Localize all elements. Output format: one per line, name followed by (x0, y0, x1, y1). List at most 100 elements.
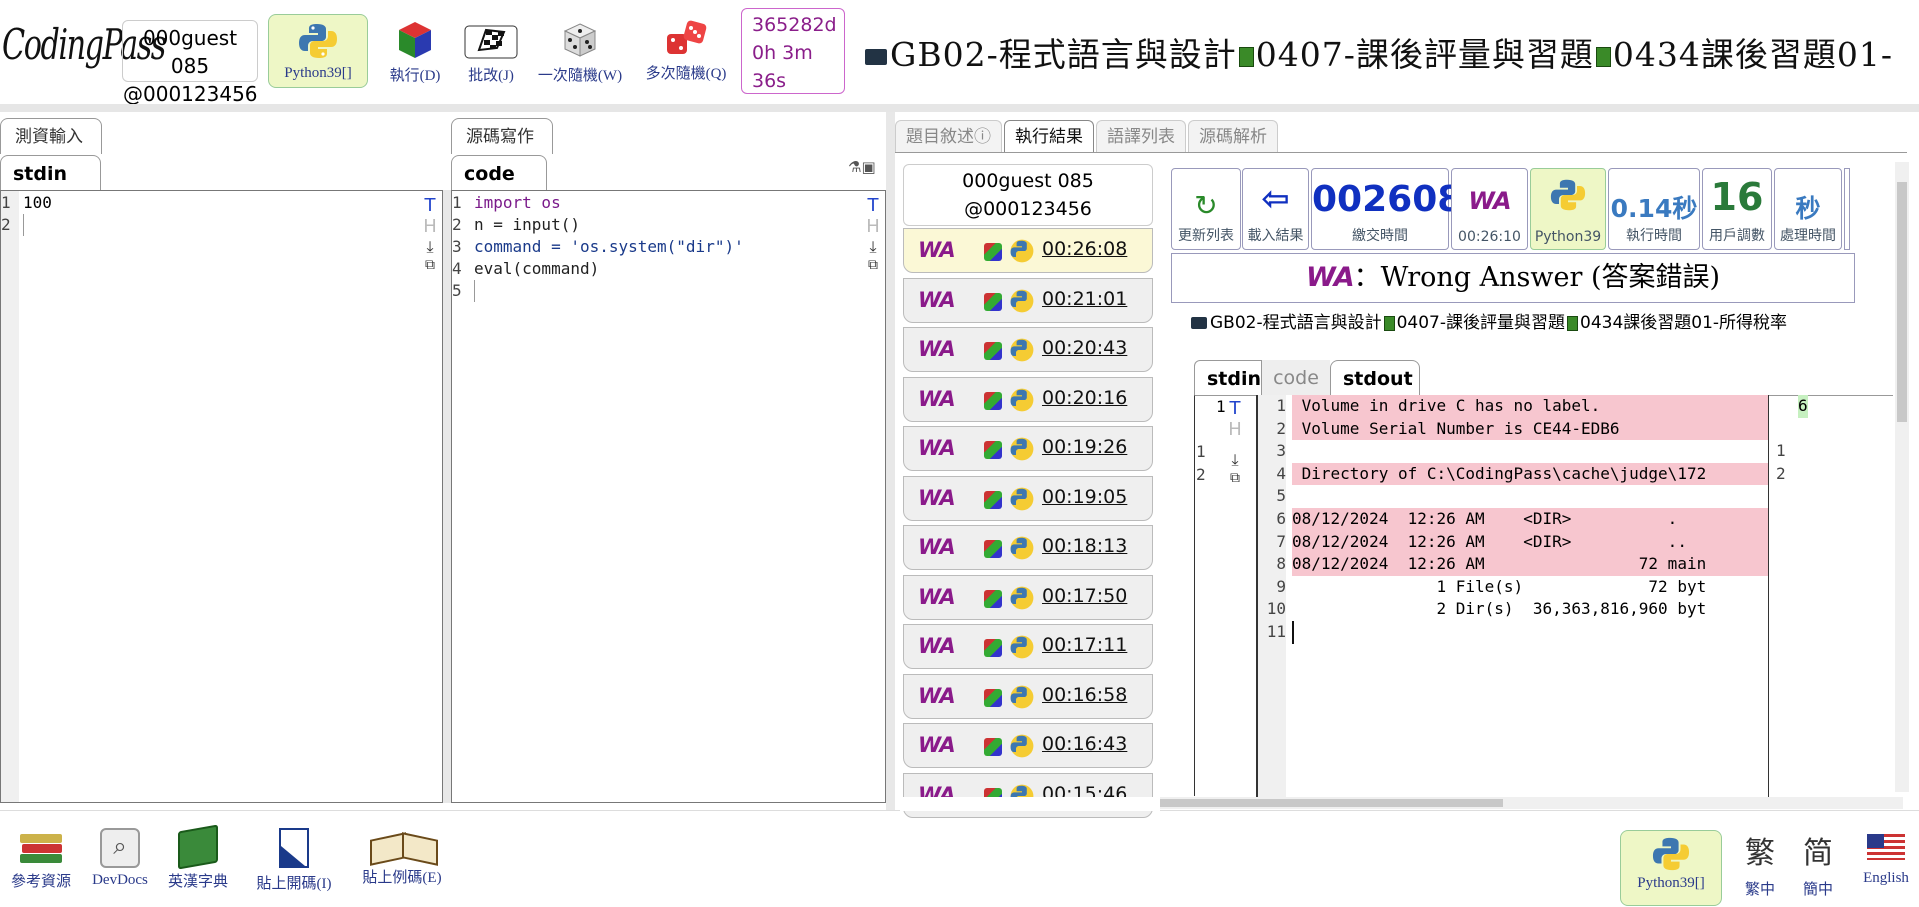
random-multi-button[interactable]: 多次隨機(Q) (640, 14, 732, 88)
breadcrumb-chapter[interactable]: 0407-課後評量與習題 (1256, 35, 1594, 74)
text-mode-icon[interactable]: T (1226, 398, 1244, 419)
tab-stdout[interactable]: stdout (1330, 360, 1420, 396)
processing-time-label: 處理時間 (1780, 228, 1836, 244)
load-result-button[interactable]: ⇦ 載入結果 (1242, 168, 1309, 250)
python-version-button[interactable]: Python39[] (268, 14, 368, 88)
submission-time-link[interactable]: 00:18:13 (1042, 535, 1127, 557)
tab-code[interactable]: code (1262, 360, 1330, 396)
breadcrumb-course[interactable]: GB02-程式語言與設計 (1210, 313, 1382, 333)
refresh-list-button[interactable]: ↻ 更新列表 (1171, 168, 1241, 250)
submission-time-link[interactable]: 00:26:08 (1042, 238, 1127, 260)
tab-translation-list[interactable]: 語譯列表 (1096, 120, 1186, 152)
python-icon (1010, 239, 1034, 263)
run-button[interactable]: 執行(D) (380, 14, 450, 88)
download-icon[interactable]: ⤓ (864, 237, 882, 257)
vertical-scrollbar[interactable] (1895, 162, 1909, 792)
text-mode-icon[interactable]: T (864, 195, 882, 216)
tab-code-writing[interactable]: 源碼寫作 (451, 118, 553, 154)
submission-time-link[interactable]: 00:19:05 (1042, 486, 1127, 508)
devdocs-button[interactable]: ⌕ DevDocs (88, 828, 152, 889)
language-label: Python39 (1534, 229, 1602, 245)
flask-icon[interactable]: ⚗ (848, 158, 861, 176)
download-icon[interactable]: ⤓ (421, 237, 439, 257)
problem-breadcrumb: GB02-程式語言與設計 0407-課後評量與習題 0434課後習題01- (862, 28, 1893, 76)
submission-time-link[interactable]: 00:16:43 (1042, 733, 1127, 755)
submission-row[interactable]: WA 00:18:13 (903, 525, 1153, 570)
code-content[interactable]: import os n = input() command = 'os.syst… (474, 192, 744, 302)
submission-row[interactable]: WA 00:17:11 (903, 624, 1153, 669)
breadcrumb-course[interactable]: GB02-程式語言與設計 (890, 35, 1237, 74)
stdin-line: 100 (23, 193, 52, 212)
line-number: 11 (1266, 621, 1286, 641)
breadcrumb-problem[interactable]: 0434課後習題01-所得稅率 (1580, 313, 1787, 333)
submission-time-link[interactable]: 00:20:43 (1042, 337, 1127, 359)
hex-mode-icon[interactable]: H (1226, 419, 1244, 440)
panel-splitter[interactable] (886, 112, 895, 810)
random-once-button[interactable]: 一次隨機(W) (534, 14, 626, 88)
document-icon (279, 828, 309, 868)
dictionary-button[interactable]: 英漢字典 (166, 824, 230, 891)
submission-time-link[interactable]: 00:16:58 (1042, 684, 1127, 706)
tab-code-analysis[interactable]: 源碼解析 (1188, 120, 1278, 152)
tab-execution-result[interactable]: 執行結果 (1004, 120, 1094, 152)
save-icon[interactable]: ▣ (861, 158, 875, 176)
stdout-pane[interactable]: 1 2 3 4 5 6 7 8 9 10 11 Volume in drive C has no l… (1256, 395, 1769, 805)
stdin-file-tab[interactable]: stdin × (0, 155, 101, 221)
submission-row[interactable]: WA 00:26:08 (903, 228, 1153, 273)
line-number: 3 (1276, 441, 1286, 461)
stdin-editor[interactable]: 1 2 100 T H ⤓ ⧉ (0, 190, 443, 803)
breadcrumb-problem[interactable]: 0434課後習題01- (1613, 35, 1893, 74)
tab-problem-description[interactable]: 題目敘述ⓘ (895, 120, 1002, 152)
tab-stdin[interactable]: stdin (1194, 360, 1262, 396)
panel-splitter[interactable] (443, 190, 451, 803)
code-line: command = 'os.system("dir")' (474, 237, 744, 256)
simplified-chinese-button[interactable]: 简 簡中 (1798, 828, 1838, 899)
code-editor[interactable]: 1 2 3 4 5 import os n = input() command … (451, 190, 886, 803)
english-button[interactable]: English (1856, 828, 1916, 887)
code-file-tab[interactable]: code × (451, 155, 547, 221)
stdin-content[interactable]: 100 (23, 192, 52, 236)
traditional-chinese-button[interactable]: 繁 繁中 (1740, 828, 1780, 899)
dictionary-label: 英漢字典 (167, 874, 228, 890)
text-mode-icon[interactable]: T (421, 195, 439, 216)
tab-test-input[interactable]: 測資輸入 (0, 118, 102, 154)
submission-row[interactable]: WA 00:16:43 (903, 723, 1153, 768)
submission-row[interactable]: WA 00:20:43 (903, 327, 1153, 372)
python-version-button[interactable]: Python39[] (1620, 830, 1722, 906)
judge-button[interactable]: 批改(J) (456, 14, 526, 88)
python-icon (1550, 179, 1586, 211)
execution-time-label: 執行時間 (1626, 228, 1682, 244)
submission-time-link[interactable]: 00:17:50 (1042, 585, 1127, 607)
copy-icon[interactable]: ⧉ (421, 257, 439, 273)
result-breadcrumb: GB02-程式語言與設計 0407-課後評量與習題 0434課後習題01-所得稅率 (1188, 308, 1787, 333)
python-icon (1010, 487, 1034, 510)
code-line: import os (474, 193, 561, 212)
copy-icon[interactable]: ⧉ (1226, 470, 1244, 486)
verdict-banner: WA：Wrong Answer (答案錯誤) (1171, 253, 1855, 303)
dice-icon (667, 20, 707, 54)
copy-icon[interactable]: ⧉ (864, 257, 882, 273)
submission-time-link[interactable]: 00:21:01 (1042, 288, 1127, 310)
submission-time-link[interactable]: 00:19:26 (1042, 436, 1127, 458)
toolbar-separator (0, 104, 1919, 112)
hex-mode-icon[interactable]: H (864, 216, 882, 237)
scrollbar-thumb[interactable] (1897, 182, 1907, 422)
hex-mode-icon[interactable]: H (421, 216, 439, 237)
reference-button[interactable]: 參考資源 (6, 828, 76, 891)
line-number: 1 (1, 193, 11, 212)
submission-row[interactable]: WA 00:19:05 (903, 475, 1153, 521)
app-logo: CodingPass (2, 20, 166, 69)
paste-example-code-button[interactable]: 貼上例碼(E) (354, 828, 450, 887)
download-icon[interactable]: ⤓ (1226, 450, 1244, 470)
submission-time-link[interactable]: 00:20:16 (1042, 387, 1127, 409)
submission-time-link[interactable]: 00:17:11 (1042, 634, 1127, 656)
submission-row[interactable]: WA 00:21:01 (903, 277, 1153, 323)
breadcrumb-chapter[interactable]: 0407-課後評量與習題 (1397, 313, 1565, 333)
load-label: 載入結果 (1247, 228, 1304, 244)
submission-row[interactable]: WA 00:17:50 (903, 574, 1153, 620)
simplified-chinese-label: 簡中 (1802, 882, 1833, 898)
paste-open-code-button[interactable]: 貼上開碼(I) (246, 828, 342, 893)
submission-row[interactable]: WA 00:20:16 (903, 376, 1153, 422)
submission-row[interactable]: WA 00:19:26 (903, 426, 1153, 471)
submission-row[interactable]: WA 00:16:58 (903, 673, 1153, 719)
